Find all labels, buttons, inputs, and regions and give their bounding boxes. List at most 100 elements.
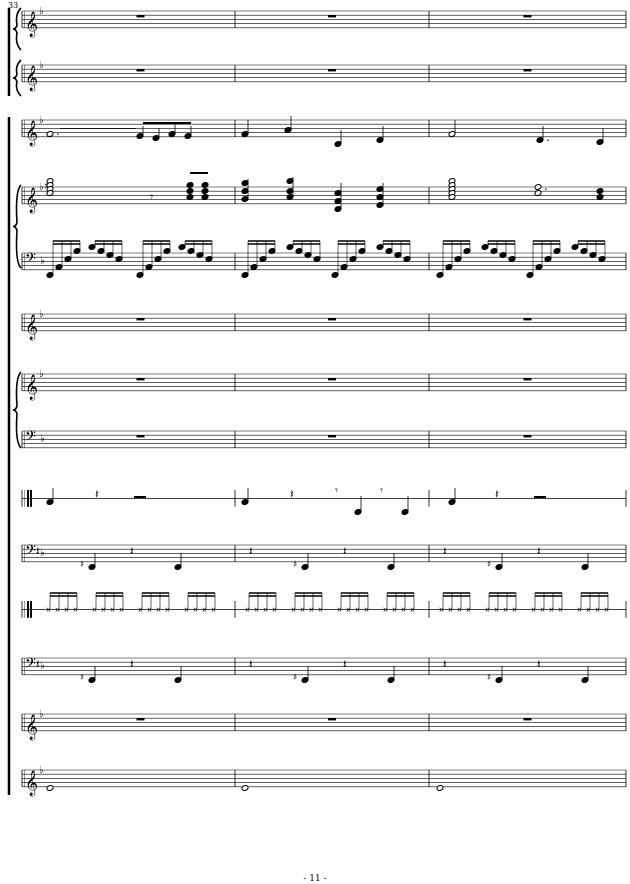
staff-13: 𝄞♭ [21, 709, 627, 740]
staff-8: 𝄢 ♭ [21, 429, 627, 449]
bass-clef-icon: 𝄢 [25, 251, 36, 271]
x-notehead: × [364, 606, 370, 614]
sixteenth-note [340, 263, 348, 271]
flat-key-signature-icon: ♭ [40, 255, 45, 266]
staff-6: 𝄞♭ [21, 309, 627, 340]
x-notehead: × [318, 606, 324, 614]
sixteenth-note [376, 243, 384, 251]
x-notehead: × [64, 606, 70, 614]
flat-key-signature-icon: ♭ [39, 60, 44, 71]
quarter-rest-icon: 𝄽 [343, 657, 347, 671]
x-notehead: × [119, 606, 125, 614]
whole-note [46, 784, 54, 792]
sharp-icon: ♯ [44, 182, 48, 192]
x-notehead: × [147, 606, 153, 614]
x-notehead: × [101, 606, 107, 614]
chord-note [186, 187, 194, 195]
sixteenth-note [250, 263, 258, 271]
staff-1: 𝄞♭ [21, 6, 627, 37]
sixteenth-note [445, 263, 453, 271]
whole-rest [523, 718, 532, 721]
quarter-rest-icon: 𝄽 [537, 544, 541, 558]
x-notehead: × [254, 606, 260, 614]
staff-14: 𝄞♭ [21, 765, 627, 796]
score-page: 𝄞♭𝄞♭𝄞♭𝄞♭𝄢 ♭𝄞♭𝄞♭𝄢 ♭𝄢 ♭𝄢 ♭𝄞♭𝄞♭. .♯𝄾.𝄽 𝄽 𝄽𝄾 𝄾𝄽♯𝄽 𝄽♯𝄽… [7, 6, 627, 796]
sixteenth-note [46, 271, 54, 279]
whole-rest [328, 718, 336, 721]
sixteenth-note [178, 243, 186, 251]
chord-note [201, 187, 209, 195]
x-notehead: × [604, 606, 610, 614]
x-notehead: × [448, 606, 454, 614]
half-rest [534, 496, 546, 499]
x-notehead: × [337, 606, 343, 614]
bass-line-notes: 𝄽 ♯ 𝄽 𝄽 ♯ 𝄽 𝄽 ♯ 𝄽 [36, 657, 589, 684]
quarter-rest-icon: 𝄽 [537, 657, 541, 671]
chord-note [201, 181, 209, 189]
x-notehead: × [494, 606, 500, 614]
whole-rest [136, 718, 145, 721]
sharp-icon: ♯ [80, 673, 84, 683]
flat-key-signature-icon: ♭ [39, 765, 44, 776]
quarter-rest-icon: 𝄽 [130, 657, 134, 671]
brace-icon [12, 184, 22, 269]
sharp-icon: ♯ [487, 560, 491, 570]
page-number: - 11 - [303, 874, 327, 884]
staff-10: 𝄢 ♭ [21, 543, 627, 563]
treble-clef-icon: 𝄞 [25, 11, 38, 37]
whole-rest [136, 378, 145, 381]
whole-rest [136, 69, 145, 72]
x-notehead: × [558, 606, 564, 614]
whole-rest [523, 435, 532, 438]
x-notehead: × [383, 606, 389, 614]
x-notehead: × [577, 606, 583, 614]
treble-clef-icon: 𝄞 [25, 65, 38, 91]
x-notehead: × [55, 606, 61, 614]
sixteenth-note [535, 263, 543, 271]
sixteenth-note [490, 247, 498, 255]
sixteenth-note [571, 243, 579, 251]
x-notehead: × [211, 606, 217, 614]
sixteenth-note [55, 263, 63, 271]
x-notehead: × [263, 606, 269, 614]
sixteenth-note [385, 247, 393, 255]
chord-note [186, 181, 194, 189]
x-notehead: × [245, 606, 251, 614]
brace-icon [12, 7, 22, 51]
sixteenth-note [136, 271, 144, 279]
whole-note [436, 784, 444, 792]
x-notehead: × [346, 606, 352, 614]
sixteenth-note [436, 271, 444, 279]
sixteenth-note [463, 247, 471, 255]
sixteenth-note [580, 247, 588, 255]
sharp-icon: ♯ [293, 560, 297, 570]
x-notehead: × [355, 606, 361, 614]
bass-clef-icon: 𝄢 [25, 543, 36, 563]
dot: . [544, 179, 548, 193]
sixteenth-note [73, 247, 81, 255]
sixteenth-note [481, 243, 489, 251]
bass-line-notes: 𝄽 ♯ 𝄽 𝄽 ♯ 𝄽 𝄽 ♯ 𝄽 [36, 544, 589, 571]
quarter-rest-icon: 𝄽 [249, 657, 253, 671]
sharp-icon: ♯ [80, 560, 84, 570]
whole-rest [328, 435, 336, 438]
whole-rest [328, 15, 336, 18]
x-notehead: × [485, 606, 491, 614]
x-notehead: × [110, 606, 116, 614]
whole-rest [136, 435, 145, 438]
sixteenth-note [295, 247, 303, 255]
sharp-icon: ♯ [487, 673, 491, 683]
flat-key-signature-icon: ♭ [40, 547, 45, 558]
x-notehead: × [193, 606, 199, 614]
x-notehead: × [92, 606, 98, 614]
whole-rest [328, 318, 336, 321]
eighth-rest-icon: 𝄾 [380, 484, 383, 497]
quarter-rest-icon: 𝄽 [443, 544, 447, 558]
staff-12: 𝄢 ♭ [21, 656, 627, 676]
quarter-rest-icon: 𝄽 [36, 657, 40, 671]
x-notehead: × [503, 606, 509, 614]
whole-rest [523, 15, 532, 18]
x-notehead: × [165, 606, 171, 614]
sixteenth-note [241, 271, 249, 279]
eighth-rest-icon: 𝄾 [335, 484, 338, 497]
